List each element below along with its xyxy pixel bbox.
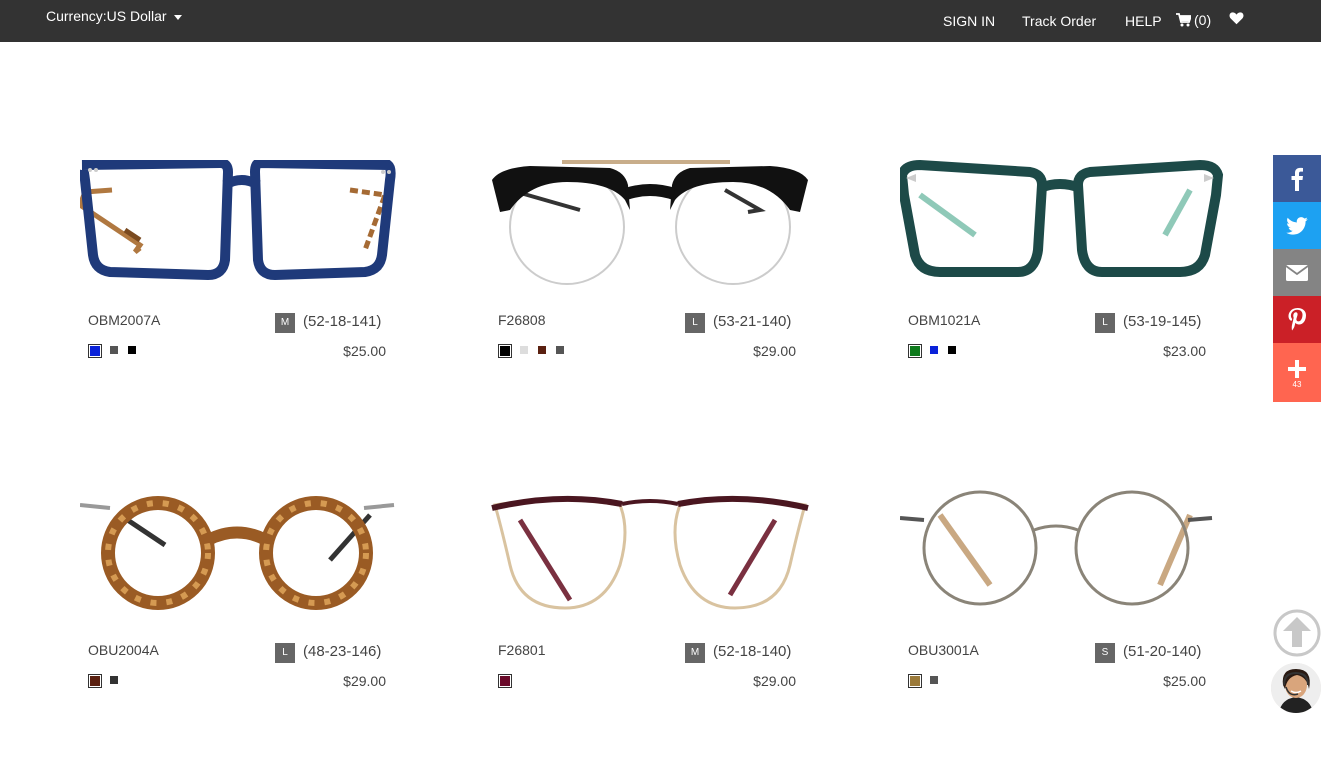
facebook-icon bbox=[1291, 167, 1303, 191]
currency-label: Currency:US Dollar bbox=[46, 8, 167, 24]
color-swatch[interactable] bbox=[536, 344, 548, 356]
share-more-button[interactable]: 43 bbox=[1273, 343, 1321, 402]
color-swatches bbox=[908, 674, 940, 688]
size-badge: M bbox=[275, 313, 295, 333]
size-badge: L bbox=[275, 643, 295, 663]
color-swatches bbox=[88, 344, 138, 358]
frame-dimensions: (53-19-145) bbox=[1123, 313, 1202, 330]
color-swatch[interactable] bbox=[88, 674, 102, 688]
sign-in-link[interactable]: SIGN IN bbox=[943, 13, 995, 29]
color-swatch[interactable] bbox=[108, 674, 120, 686]
support-agent-icon bbox=[1271, 663, 1321, 713]
color-swatches bbox=[498, 344, 566, 358]
product-card[interactable]: OBU2004A L (48-23-146) $29.00 bbox=[80, 490, 410, 740]
color-swatch[interactable] bbox=[88, 344, 102, 358]
share-pinterest-button[interactable] bbox=[1273, 296, 1321, 343]
back-to-top-button[interactable] bbox=[1273, 609, 1321, 657]
product-image[interactable] bbox=[490, 490, 820, 640]
product-image[interactable] bbox=[80, 490, 410, 640]
frame-dimensions: (51-20-140) bbox=[1123, 643, 1202, 660]
color-swatches bbox=[88, 674, 120, 688]
product-card[interactable]: OBM2007A M (52-18-141) $25.00 bbox=[80, 160, 410, 410]
product-code[interactable]: F26808 bbox=[498, 312, 545, 328]
product-code[interactable]: F26801 bbox=[498, 642, 545, 658]
frame-dimensions: (48-23-146) bbox=[303, 643, 382, 660]
frame-dimensions: (52-18-140) bbox=[713, 643, 792, 660]
twitter-icon bbox=[1286, 216, 1308, 235]
size-badge: M bbox=[685, 643, 705, 663]
share-email-button[interactable] bbox=[1273, 249, 1321, 296]
size-badge: L bbox=[1095, 313, 1115, 333]
color-swatch[interactable] bbox=[928, 344, 940, 356]
arrow-up-icon bbox=[1273, 609, 1321, 657]
frame-dimensions: (52-18-141) bbox=[303, 313, 382, 330]
wishlist-button[interactable] bbox=[1229, 11, 1244, 30]
pinterest-icon bbox=[1288, 307, 1306, 330]
cart-count: (0) bbox=[1194, 12, 1212, 28]
product-card[interactable]: F26808 L (53-21-140) $29.00 bbox=[490, 160, 820, 410]
color-swatches bbox=[498, 674, 512, 688]
share-count: 43 bbox=[1292, 380, 1302, 389]
product-card[interactable]: OBU3001A S (51-20-140) $25.00 bbox=[900, 490, 1230, 740]
product-card[interactable]: OBM1021A L (53-19-145) $23.00 bbox=[900, 160, 1230, 410]
heart-icon bbox=[1229, 12, 1244, 25]
product-image[interactable] bbox=[490, 160, 820, 310]
product-price: $29.00 bbox=[753, 343, 796, 359]
track-order-link[interactable]: Track Order bbox=[1022, 13, 1096, 29]
product-card[interactable]: F26801 M (52-18-140) $29.00 bbox=[490, 490, 820, 740]
product-price: $25.00 bbox=[343, 343, 386, 359]
currency-selector[interactable]: Currency:US Dollar bbox=[46, 8, 182, 24]
size-badge: L bbox=[685, 313, 705, 333]
size-badge: S bbox=[1095, 643, 1115, 663]
color-swatch[interactable] bbox=[518, 344, 530, 356]
product-price: $23.00 bbox=[1163, 343, 1206, 359]
product-image[interactable] bbox=[80, 160, 410, 310]
color-swatch[interactable] bbox=[498, 674, 512, 688]
color-swatch[interactable] bbox=[554, 344, 566, 356]
product-code[interactable]: OBU3001A bbox=[908, 642, 979, 658]
live-chat-avatar[interactable] bbox=[1271, 663, 1321, 713]
product-price: $29.00 bbox=[753, 673, 796, 689]
product-code[interactable]: OBU2004A bbox=[88, 642, 159, 658]
color-swatch[interactable] bbox=[908, 344, 922, 358]
color-swatches bbox=[908, 344, 958, 358]
color-swatch[interactable] bbox=[928, 674, 940, 686]
color-swatch[interactable] bbox=[908, 674, 922, 688]
product-code[interactable]: OBM1021A bbox=[908, 312, 980, 328]
color-swatch[interactable] bbox=[108, 344, 120, 356]
color-swatch[interactable] bbox=[946, 344, 958, 356]
color-swatch[interactable] bbox=[498, 344, 512, 358]
product-price: $25.00 bbox=[1163, 673, 1206, 689]
product-price: $29.00 bbox=[343, 673, 386, 689]
cart-icon bbox=[1176, 13, 1191, 27]
product-code[interactable]: OBM2007A bbox=[88, 312, 160, 328]
product-image[interactable] bbox=[900, 490, 1230, 640]
plus-icon bbox=[1288, 360, 1306, 378]
share-twitter-button[interactable] bbox=[1273, 202, 1321, 249]
top-bar: Currency:US Dollar SIGN IN Track Order H… bbox=[0, 0, 1321, 42]
frame-dimensions: (53-21-140) bbox=[713, 313, 792, 330]
product-image[interactable] bbox=[900, 160, 1230, 310]
email-icon bbox=[1286, 264, 1308, 281]
help-link[interactable]: HELP bbox=[1125, 13, 1162, 29]
share-facebook-button[interactable] bbox=[1273, 155, 1321, 202]
cart-link[interactable]: (0) bbox=[1176, 12, 1211, 28]
color-swatch[interactable] bbox=[126, 344, 138, 356]
caret-down-icon bbox=[173, 14, 182, 20]
